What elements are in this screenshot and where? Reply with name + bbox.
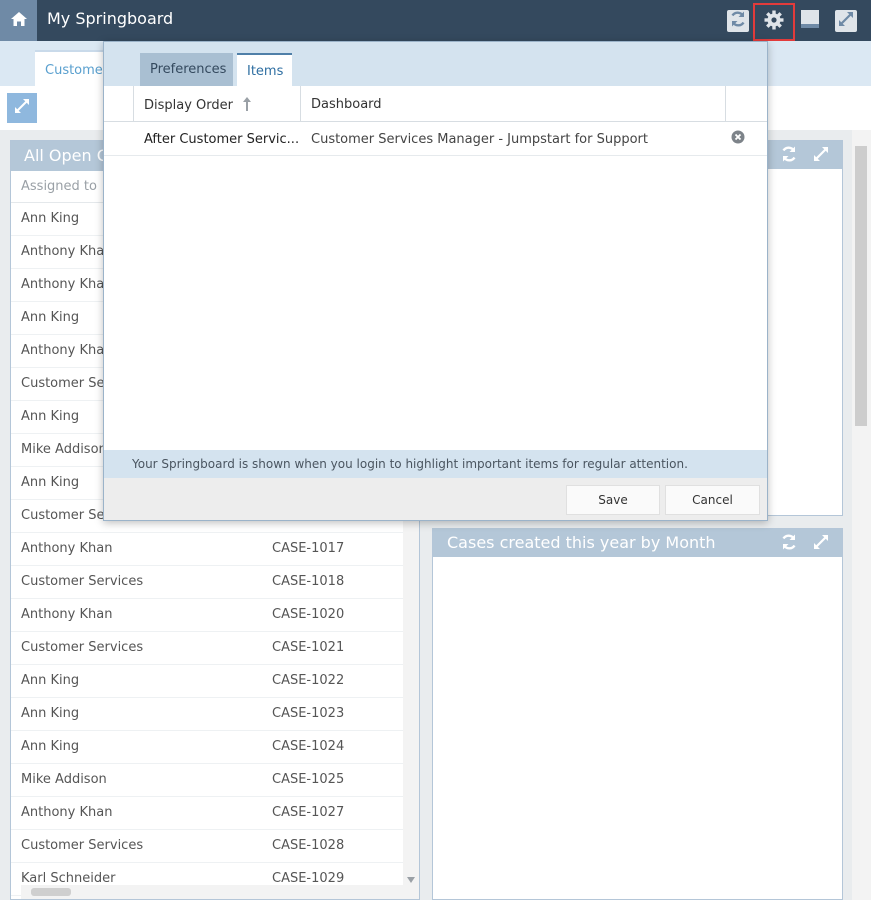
save-button[interactable]: Save [566,485,660,515]
column-label: Dashboard [311,97,382,112]
cell-case-number: CASE-1027 [272,805,345,820]
list-item[interactable]: Ann King CASE-1024 [11,731,403,764]
cell-case-number: CASE-1028 [272,838,345,853]
cell-assigned-to: Anthony Khan [21,541,113,556]
cases-by-month-panel: Cases created this year by Month [432,528,843,900]
cell-case-number: CASE-1018 [272,574,345,589]
dialog-footer: Save Cancel [104,478,767,520]
home-icon [10,11,28,31]
page-scrollbar[interactable] [852,130,871,900]
cell-assigned-to: Ann King [21,211,80,226]
refresh-icon [729,10,747,32]
refresh-icon[interactable] [780,533,798,551]
cell-assigned-to: Anthony Khan [21,244,113,259]
cell-case-number: CASE-1024 [272,739,345,754]
column-header-display-order[interactable]: Display Order [134,86,301,122]
cell-case-number: CASE-1021 [272,640,345,655]
cell-case-number: CASE-1020 [272,607,345,622]
cell-assigned-to: Ann King [21,310,80,325]
tab-preferences[interactable]: Preferences [140,53,233,86]
cell-assigned-to: Karl Schneider [21,871,116,886]
springboard-settings-dialog: Preferences Items Display Order Dashboar… [103,41,768,521]
expand-button[interactable] [7,93,37,123]
tab-items[interactable]: Items [237,53,292,86]
cell-assigned-to: Customer Services [21,838,144,853]
cell-case-number: CASE-1022 [272,673,345,688]
cell-assigned-to: Anthony Khan [21,607,113,622]
list-item[interactable]: Anthony Khan CASE-1017 [11,533,403,566]
home-button[interactable] [0,0,37,41]
scroll-thumb[interactable] [855,146,867,426]
cell-assigned-to: Ann King [21,706,80,721]
list-item[interactable]: Mike Addison CASE-1025 [11,764,403,797]
cell-case-number: CASE-1029 [272,871,345,886]
cell-case-number: CASE-1023 [272,706,345,721]
select-column-header[interactable] [104,86,134,122]
panel-horizontal-scrollbar[interactable] [21,885,413,899]
cell-assigned-to: Mike Addison [21,442,107,457]
springboard-app: My Springboard Customer All Open C Assig… [0,0,871,900]
cell-assigned-to: Ann King [21,409,80,424]
list-item[interactable]: Customer Services CASE-1028 [11,830,403,863]
cell-assigned-to: Ann King [21,475,80,490]
maximize-icon[interactable] [812,145,830,163]
list-item[interactable]: Ann King CASE-1023 [11,698,403,731]
scroll-down-icon [407,877,415,883]
maximize-icon [837,10,855,32]
cell-assigned-to: Mike Addison [21,772,107,787]
maximize-icon[interactable] [812,533,830,551]
cell-dashboard: Customer Services Manager - Jumpstart fo… [311,132,648,147]
cell-assigned-to: Customer Ser [21,376,110,391]
cell-case-number: CASE-1025 [272,772,345,787]
panel-title: Cases created this year by Month [447,533,716,552]
list-item[interactable]: Customer Services CASE-1018 [11,566,403,599]
items-grid-header: Display Order Dashboard [104,86,767,122]
table-row[interactable]: After Customer Servic... Customer Servic… [104,122,767,156]
info-message: Your Springboard is shown when you login… [104,450,767,478]
minimize-button[interactable] [799,10,821,32]
maximize-button[interactable] [835,10,857,32]
remove-icon[interactable] [731,130,745,148]
list-item[interactable]: Ann King CASE-1022 [11,665,403,698]
cell-assigned-to: Ann King [21,673,80,688]
panel-header: Cases created this year by Month [433,529,842,557]
minimize-icon [800,9,820,33]
title-bar: My Springboard [0,0,871,41]
column-label: Display Order [144,98,233,113]
expand-icon [14,98,30,118]
dialog-tab-bar: Preferences Items [104,42,767,86]
cell-assigned-to: Anthony Khan [21,277,113,292]
list-item[interactable]: Anthony Khan CASE-1027 [11,797,403,830]
cell-assigned-to: Customer Services [21,574,144,589]
cell-assigned-to: Ann King [21,739,80,754]
list-item[interactable]: Anthony Khan CASE-1020 [11,599,403,632]
column-header-dashboard[interactable]: Dashboard [301,86,726,122]
refresh-button[interactable] [727,10,749,32]
cell-assigned-to: Customer Services [21,640,144,655]
gear-icon [764,10,784,34]
cell-assigned-to: Anthony Khan [21,805,113,820]
list-item[interactable]: Customer Services CASE-1021 [11,632,403,665]
cell-assigned-to: Anthony Khan [21,343,113,358]
settings-button[interactable] [753,3,795,41]
page-title: My Springboard [47,9,174,28]
cancel-button[interactable]: Cancel [665,485,760,515]
cell-display-order: After Customer Servic... [144,132,300,147]
cell-case-number: CASE-1017 [272,541,345,556]
sort-ascending-icon [243,97,252,111]
refresh-icon[interactable] [780,145,798,163]
scroll-thumb[interactable] [31,888,71,896]
